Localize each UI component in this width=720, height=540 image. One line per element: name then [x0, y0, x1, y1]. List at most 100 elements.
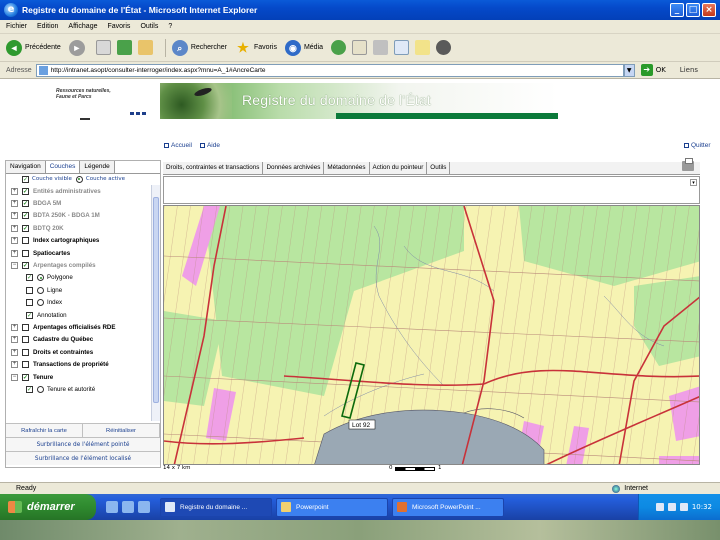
expand-icon[interactable]: +: [11, 348, 18, 356]
quick-launch-outlook-icon[interactable]: [122, 501, 134, 513]
scrollbar-thumb[interactable]: [153, 197, 159, 403]
layer-checkbox[interactable]: [22, 200, 29, 208]
task-ie[interactable]: Registre du domaine ...: [160, 497, 272, 517]
tray-icon[interactable]: [667, 503, 676, 511]
layer-checkbox[interactable]: [22, 187, 29, 195]
layer-checkbox[interactable]: [22, 224, 29, 232]
expand-icon[interactable]: +: [11, 323, 18, 331]
map-view[interactable]: Lot 92: [163, 205, 700, 465]
active-layer-radio[interactable]: [37, 385, 44, 393]
tab-rights[interactable]: Droits, contraintes et transactions: [163, 162, 264, 174]
layer-checkbox[interactable]: [22, 212, 29, 220]
minimize-button[interactable]: _: [670, 3, 684, 17]
collapse-icon[interactable]: −: [11, 373, 18, 381]
tab-navigation[interactable]: Navigation: [6, 161, 46, 173]
active-layer-radio[interactable]: [37, 286, 44, 294]
address-input[interactable]: http://intranet.asopt/consulter-interrog…: [35, 63, 624, 77]
expand-icon[interactable]: +: [11, 187, 18, 195]
expand-icon[interactable]: +: [11, 224, 18, 232]
forward-button[interactable]: ►: [68, 39, 88, 56]
layer-checkbox[interactable]: [22, 336, 29, 344]
tab-pointer-action[interactable]: Action du pointeur: [370, 162, 428, 174]
menu-view[interactable]: Affichage: [68, 23, 97, 30]
print-icon[interactable]: [373, 40, 389, 55]
layers-scrollbar[interactable]: [151, 185, 160, 421]
layer-checkbox[interactable]: [22, 323, 29, 331]
layer-checkbox[interactable]: [26, 311, 33, 319]
layer-subitem[interactable]: Ligne: [6, 284, 152, 296]
layer-item[interactable]: + Spatiocartes: [6, 247, 152, 259]
menu-help[interactable]: ?: [168, 23, 172, 30]
layer-item[interactable]: +BDTQ 20K: [6, 222, 152, 234]
expand-icon[interactable]: +: [11, 237, 18, 245]
layer-item[interactable]: −Arpentages compilés: [6, 259, 152, 271]
go-button[interactable]: ➔ OK: [640, 64, 666, 76]
quick-launch-desktop-icon[interactable]: [138, 501, 150, 513]
tab-tools[interactable]: Outils: [427, 162, 451, 174]
discuss-icon[interactable]: [415, 40, 431, 55]
expand-icon[interactable]: +: [11, 336, 18, 344]
layer-item[interactable]: + Index cartographiques: [6, 235, 152, 247]
expand-icon[interactable]: +: [11, 212, 18, 220]
expand-icon[interactable]: +: [11, 200, 18, 208]
layer-subitem[interactable]: Annotation: [6, 309, 152, 321]
refresh-icon[interactable]: [116, 40, 132, 55]
tab-metadata[interactable]: Métadonnées: [324, 162, 370, 174]
tab-legend[interactable]: Légende: [80, 161, 115, 173]
layer-checkbox[interactable]: [26, 286, 33, 294]
tray-icon[interactable]: [679, 503, 688, 511]
maximize-button[interactable]: □: [686, 3, 700, 17]
layer-item[interactable]: +BDGA 5M: [6, 197, 152, 209]
home-link[interactable]: Accueil: [164, 142, 192, 149]
help-link[interactable]: Aide: [199, 142, 220, 149]
home-icon[interactable]: [137, 40, 153, 55]
tab-layers[interactable]: Couches: [45, 161, 81, 173]
print-page-icon[interactable]: [682, 158, 694, 171]
layer-item[interactable]: + Arpentages officialisés RDE: [6, 321, 152, 333]
task-powerpoint[interactable]: Microsoft PowerPoint ...: [392, 497, 504, 517]
layer-item[interactable]: +BDTA 250K - BDGA 1M: [6, 210, 152, 222]
expand-icon[interactable]: +: [11, 249, 18, 257]
collapse-icon[interactable]: −: [11, 262, 18, 270]
layer-checkbox[interactable]: [22, 249, 29, 257]
quick-launch-ie-icon[interactable]: [106, 501, 118, 513]
search-button[interactable]: ⌕ Rechercher: [171, 39, 227, 56]
back-button[interactable]: ◄ Précédente: [6, 39, 61, 56]
menu-favorites[interactable]: Favoris: [107, 23, 130, 30]
menu-edit[interactable]: Edition: [37, 23, 58, 30]
history-icon[interactable]: [331, 40, 347, 55]
info-scroll-icon[interactable]: ▾: [690, 179, 697, 186]
layer-checkbox[interactable]: [22, 373, 29, 381]
favorites-button[interactable]: ★ Favoris: [235, 40, 277, 56]
media-button[interactable]: ◉ Média: [284, 39, 323, 56]
active-layer-radio[interactable]: [37, 299, 44, 307]
layer-item[interactable]: + Cadastre du Québec: [6, 334, 152, 346]
stop-icon[interactable]: [95, 40, 111, 55]
quit-link[interactable]: Quitter: [684, 142, 711, 149]
links-label[interactable]: Liens: [680, 66, 698, 74]
layer-checkbox[interactable]: [26, 274, 33, 282]
layer-item[interactable]: + Transactions de propriété: [6, 358, 152, 370]
expand-icon[interactable]: +: [11, 361, 18, 369]
tab-archived[interactable]: Données archivées: [263, 162, 325, 174]
layer-item[interactable]: −Tenure: [6, 371, 152, 383]
active-layer-radio[interactable]: [37, 274, 44, 282]
address-dropdown-icon[interactable]: ▼: [623, 63, 635, 77]
layer-checkbox[interactable]: [22, 348, 29, 356]
layer-checkbox[interactable]: [26, 385, 33, 393]
layer-checkbox[interactable]: [26, 299, 33, 307]
layer-checkbox[interactable]: [22, 237, 29, 245]
layer-checkbox[interactable]: [22, 262, 29, 270]
close-button[interactable]: ×: [702, 3, 716, 17]
refresh-map-button[interactable]: Rafraîchir la carte: [6, 424, 83, 437]
map-canvas[interactable]: Lot 92: [164, 206, 700, 465]
highlight-located-button[interactable]: Surbrillance de l'élément localisé: [6, 451, 160, 465]
messenger-icon[interactable]: [436, 40, 452, 55]
task-powerpoint-folder[interactable]: Powerpoint: [276, 497, 388, 517]
layer-subitem[interactable]: Polygone: [6, 272, 152, 284]
menu-file[interactable]: Fichier: [6, 23, 27, 30]
mail-icon[interactable]: [352, 40, 368, 55]
highlight-pointed-button[interactable]: Surbrillance de l'élément pointé: [6, 437, 160, 451]
menu-tools[interactable]: Outils: [140, 23, 158, 30]
reset-button[interactable]: Réinitialiser: [83, 424, 160, 437]
